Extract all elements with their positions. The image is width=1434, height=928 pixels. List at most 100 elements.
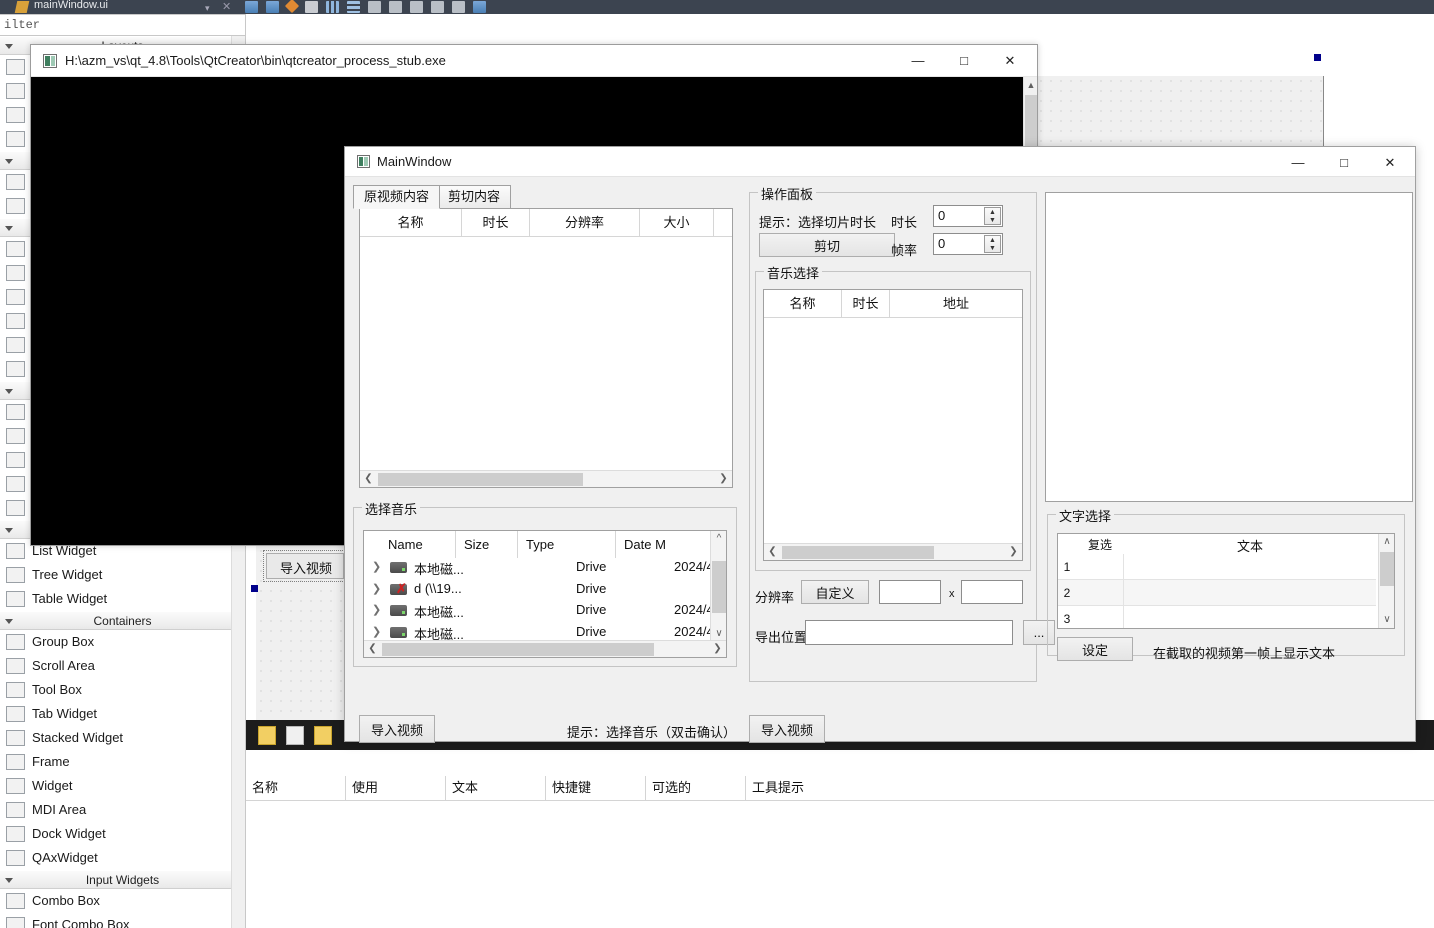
music-select-hscrollbar[interactable]: ❮ ❯ [764,543,1022,560]
row-text-cell[interactable] [1124,580,1376,606]
widget-item-tool-box[interactable]: Tool Box [0,678,245,702]
widget-box-section-containers[interactable]: Containers [0,611,245,630]
file-browser-hscrollbar[interactable]: ❮ ❯ [364,640,726,657]
text-select-row[interactable]: 3 [1058,606,1376,628]
action-col-name[interactable]: 名称 [246,776,346,800]
action-col-tooltip[interactable]: 工具提示 [746,776,1434,800]
file-browser-rows[interactable]: ❯ 本地磁... Drive 2024/4/ ❯ ✗ d (\\19... Drive ❯ 本地磁… [364,557,710,640]
widget-item-table-widget[interactable]: Table Widget [0,587,245,611]
widget-item-stacked-widget[interactable]: Stacked Widget [0,726,245,750]
widget-item-dock-widget[interactable]: Dock Widget [0,822,245,846]
console-close-button[interactable]: ✕ [987,45,1033,76]
file-col-name[interactable]: Name [364,531,456,558]
widget-box-section-input-widgets[interactable]: Input Widgets [0,870,245,889]
vscrollbar-thumb[interactable] [712,561,726,613]
layout-split-icon[interactable] [368,1,381,13]
grid-small-icon[interactable] [410,1,423,13]
hscrollbar-thumb[interactable] [378,473,583,486]
widget-item-tab-widget[interactable]: Tab Widget [0,702,245,726]
resolution-width-input[interactable] [879,580,941,604]
video-preview-pane[interactable] [1045,192,1413,502]
video-col-size[interactable]: 大小 [640,209,714,236]
action-col-text[interactable]: 文本 [446,776,546,800]
video-list-table[interactable]: 名称 时长 分辨率 大小 ❮ ❯ [359,208,733,488]
form-import-video-button[interactable]: 导入视频 [263,550,347,582]
widget-item-group-box[interactable]: Group Box [0,630,245,654]
spin-down-icon[interactable]: ▼ [985,216,1000,224]
scroll-right-icon[interactable]: ❯ [1005,544,1022,560]
app-titlebar[interactable]: MainWindow — □ ✕ [345,147,1415,177]
text-col-check[interactable]: 复选 [1076,536,1124,553]
video-table-body[interactable] [360,237,732,470]
spin-up-icon[interactable]: ▲ [985,236,1000,244]
vertical-bars-icon[interactable] [326,1,339,13]
spin-down-icon[interactable]: ▼ [985,244,1000,252]
hscrollbar-thumb[interactable] [382,643,654,656]
expand-arrow-icon[interactable]: ❯ [372,582,381,595]
action-col-shortcut[interactable]: 快捷键 [546,776,646,800]
scroll-left-icon[interactable]: ❮ [360,471,377,487]
widget-item-widget[interactable]: Widget [0,774,245,798]
video-table-hscrollbar[interactable]: ❮ ❯ [360,470,732,487]
selection-handle-right[interactable] [1314,54,1321,61]
chevron-down-icon[interactable]: ▾ [205,1,210,15]
scroll-right-icon[interactable]: ❯ [709,641,726,657]
scroll-up-icon[interactable]: ^ [711,531,726,547]
image-icon[interactable] [473,1,486,13]
video-col-resolution[interactable]: 分辨率 [530,209,640,236]
edit-action-icon[interactable] [314,726,332,745]
import-video-right-button[interactable]: 导入视频 [749,715,825,743]
file-col-size[interactable]: Size [456,531,518,558]
text-col-text[interactable]: 文本 [1124,536,1376,555]
music-col-address[interactable]: 地址 [890,290,1022,317]
horizontal-lines-icon[interactable] [347,1,360,13]
duration-spin-buttons[interactable]: ▲ ▼ [984,207,1001,225]
resolution-height-input[interactable] [961,580,1023,604]
framerate-spinbox[interactable]: 0 ▲ ▼ [933,233,1003,255]
new-action-icon[interactable] [258,726,276,745]
text-select-table[interactable]: 复选 文本 1234 ∧ ∨ [1057,533,1395,629]
tag-icon[interactable] [452,1,465,13]
widget-filter-input[interactable] [0,14,246,36]
file-browser-vscrollbar[interactable]: ^ ∨ [710,531,726,642]
app-minimize-button[interactable]: — [1275,147,1321,178]
row-text-cell[interactable] [1124,554,1376,580]
widget-item-qaxwidget[interactable]: QAxWidget [0,846,245,870]
video-col-name[interactable]: 名称 [360,209,462,236]
screen-icon[interactable] [305,1,318,13]
grid-large-icon[interactable] [431,1,444,13]
expand-arrow-icon[interactable]: ❯ [372,625,381,638]
row-checkbox-cell[interactable] [1076,580,1124,606]
duration-spinbox[interactable]: 0 ▲ ▼ [933,205,1003,227]
music-col-name[interactable]: 名称 [764,290,842,317]
copy-form-icon[interactable] [266,1,279,13]
console-titlebar[interactable]: H:\azm_vs\qt_4.8\Tools\QtCreator\bin\qtc… [31,45,1037,77]
text-select-vscrollbar[interactable]: ∧ ∨ [1378,534,1394,628]
video-col-duration[interactable]: 时长 [462,209,530,236]
scroll-right-icon[interactable]: ❯ [715,471,732,487]
copy-action-icon[interactable] [286,726,304,745]
row-text-cell[interactable] [1124,606,1376,628]
text-select-row[interactable]: 2 [1058,580,1376,606]
file-browser-row[interactable]: ❯ 本地磁... Drive 2024/4/ [364,600,710,622]
console-maximize-button[interactable]: □ [941,45,987,76]
widget-item-scroll-area[interactable]: Scroll Area [0,654,245,678]
new-form-icon[interactable] [245,1,258,13]
music-file-browser[interactable]: Name Size Type Date M ❯ 本地磁... Drive 2024/4… [363,530,727,658]
expand-arrow-icon[interactable]: ❯ [372,603,381,616]
music-select-table[interactable]: 名称 时长 地址 ❮ ❯ [763,289,1023,561]
file-browser-row[interactable]: ❯ 本地磁... Drive 2024/4/ [364,622,710,641]
app-maximize-button[interactable]: □ [1321,147,1367,178]
hscrollbar-thumb[interactable] [782,546,934,559]
app-close-button[interactable]: ✕ [1367,147,1413,178]
file-browser-row[interactable]: ❯ 本地磁... Drive 2024/4/ [364,557,710,579]
scroll-left-icon[interactable]: ❮ [364,641,381,657]
diamond-icon[interactable] [284,0,300,14]
export-path-input[interactable] [805,620,1013,645]
scroll-up-icon[interactable]: ▲ [1024,77,1038,93]
cut-button[interactable]: 剪切 [759,233,895,257]
music-select-body[interactable] [764,318,1022,543]
set-text-button[interactable]: 设定 [1057,637,1133,661]
widget-item-frame[interactable]: Frame [0,750,245,774]
row-checkbox-cell[interactable] [1076,554,1124,580]
